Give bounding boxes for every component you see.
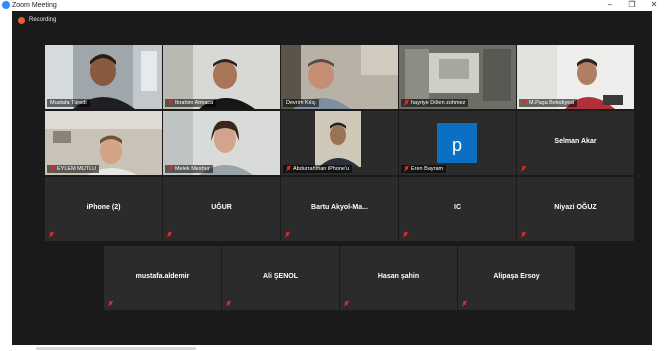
participant-tile[interactable]: UĞUR [163, 177, 280, 241]
scrollbar-thumb[interactable] [36, 347, 196, 350]
participant-name-plate: Abdurrahman iPhone'u [283, 165, 353, 173]
participant-tile[interactable]: Bartu Akyol-Ma... [281, 177, 398, 241]
participant-tile[interactable]: Niyazi OĞUZ [517, 177, 634, 241]
muted-mic-icon [462, 301, 467, 307]
participant-name: Selman Akar [554, 138, 597, 145]
participant-name: Hasan şahin [377, 273, 420, 280]
zoom-app-icon [2, 1, 10, 9]
window-title: Zoom Meeting [12, 2, 57, 9]
participant-name: Bartu Akyol-Ma... [311, 204, 368, 211]
minimize-button[interactable]: – [603, 0, 617, 11]
participant-name: Niyazi OĞUZ [554, 204, 597, 211]
participant-name: mustafa.aldemir [135, 273, 190, 280]
recording-dot-icon [18, 16, 25, 24]
participant-tile[interactable]: Ali ŞENOL [222, 246, 339, 310]
muted-mic-icon [286, 166, 291, 172]
window-titlebar: Zoom Meeting – ❐ ✕ [0, 0, 665, 11]
participant-tile[interactable]: hayriye Dölen zohmez [399, 45, 516, 109]
participant-name: hayriye Dölen zohmez [411, 100, 466, 106]
participant-tile[interactable]: Melek Meshur [163, 111, 280, 175]
muted-mic-icon [167, 232, 172, 238]
muted-mic-icon [168, 100, 173, 106]
restore-button[interactable]: ❐ [625, 0, 639, 11]
meeting-gallery-view: Recording Mustafa Türedi İbrahim Atmaca [12, 11, 652, 345]
participant-name: iPhone (2) [86, 204, 121, 211]
participant-tile[interactable]: Mustafa Türedi [45, 45, 162, 109]
participant-name: UĞUR [211, 204, 232, 211]
participant-tile[interactable]: Alipaşa Ersoy [458, 246, 575, 310]
muted-mic-icon [344, 301, 349, 307]
participant-name: Mustafa Türedi [50, 100, 87, 106]
participant-name: Abdurrahman iPhone'u [293, 166, 350, 172]
muted-mic-icon [168, 166, 173, 172]
muted-mic-icon [521, 232, 526, 238]
participant-name-plate: İbrahim Atmaca [165, 99, 217, 107]
participant-tile[interactable]: İbrahim Atmaca [163, 45, 280, 109]
participant-tile[interactable]: Hasan şahin [340, 246, 457, 310]
recording-indicator[interactable]: Recording [18, 15, 56, 25]
participant-name: Melek Meshur [175, 166, 210, 172]
muted-mic-icon [521, 166, 526, 172]
muted-mic-icon [522, 100, 527, 106]
participant-name-plate: Devrim Kılıç [283, 99, 319, 107]
muted-mic-icon [50, 166, 55, 172]
participant-tile[interactable]: Devrim Kılıç [281, 45, 398, 109]
avatar-letter: p [452, 135, 462, 155]
participant-tile[interactable]: mustafa.aldemir [104, 246, 221, 310]
participant-name: IC [454, 204, 461, 211]
participant-name-plate: EYLEM MUTLU [47, 165, 100, 173]
muted-mic-icon [285, 232, 290, 238]
recording-label: Recording [29, 17, 57, 23]
participant-name-plate: Eren Bayram [401, 165, 447, 173]
participant-tile[interactable]: EYLEM MUTLU [45, 111, 162, 175]
participant-name: Eren Bayram [411, 166, 444, 172]
muted-mic-icon [404, 100, 409, 106]
participant-name: Ali ŞENOL [262, 273, 298, 280]
participant-name: Alipaşa Ersoy [493, 273, 540, 280]
participant-name: İbrahim Atmaca [175, 100, 214, 106]
participant-tile[interactable]: IC [399, 177, 516, 241]
participant-name: Devrim Kılıç [286, 100, 316, 106]
participant-name-plate: hayriye Dölen zohmez [401, 99, 469, 107]
participant-name: EYLEM MUTLU [57, 166, 97, 172]
participant-tile[interactable]: iPhone (2) [45, 177, 162, 241]
participant-name-plate: Mustafa Türedi [47, 99, 90, 107]
meeting-controls-bar [12, 345, 652, 351]
participant-tile[interactable]: Selman Akar [517, 111, 634, 175]
participant-tile[interactable]: M.Paşa Belediyesi [517, 45, 634, 109]
muted-mic-icon [108, 301, 113, 307]
muted-mic-icon [404, 166, 409, 172]
participant-name-plate: M.Paşa Belediyesi [519, 99, 578, 107]
participant-name-plate: Melek Meshur [165, 165, 213, 173]
muted-mic-icon [403, 232, 408, 238]
participant-name: M.Paşa Belediyesi [529, 100, 575, 106]
participant-tile[interactable]: Abdurrahman iPhone'u [281, 111, 398, 175]
muted-mic-icon [226, 301, 231, 307]
close-button[interactable]: ✕ [647, 0, 661, 11]
muted-mic-icon [49, 232, 54, 238]
participant-tile[interactable]: p Eren Bayram [399, 111, 516, 175]
